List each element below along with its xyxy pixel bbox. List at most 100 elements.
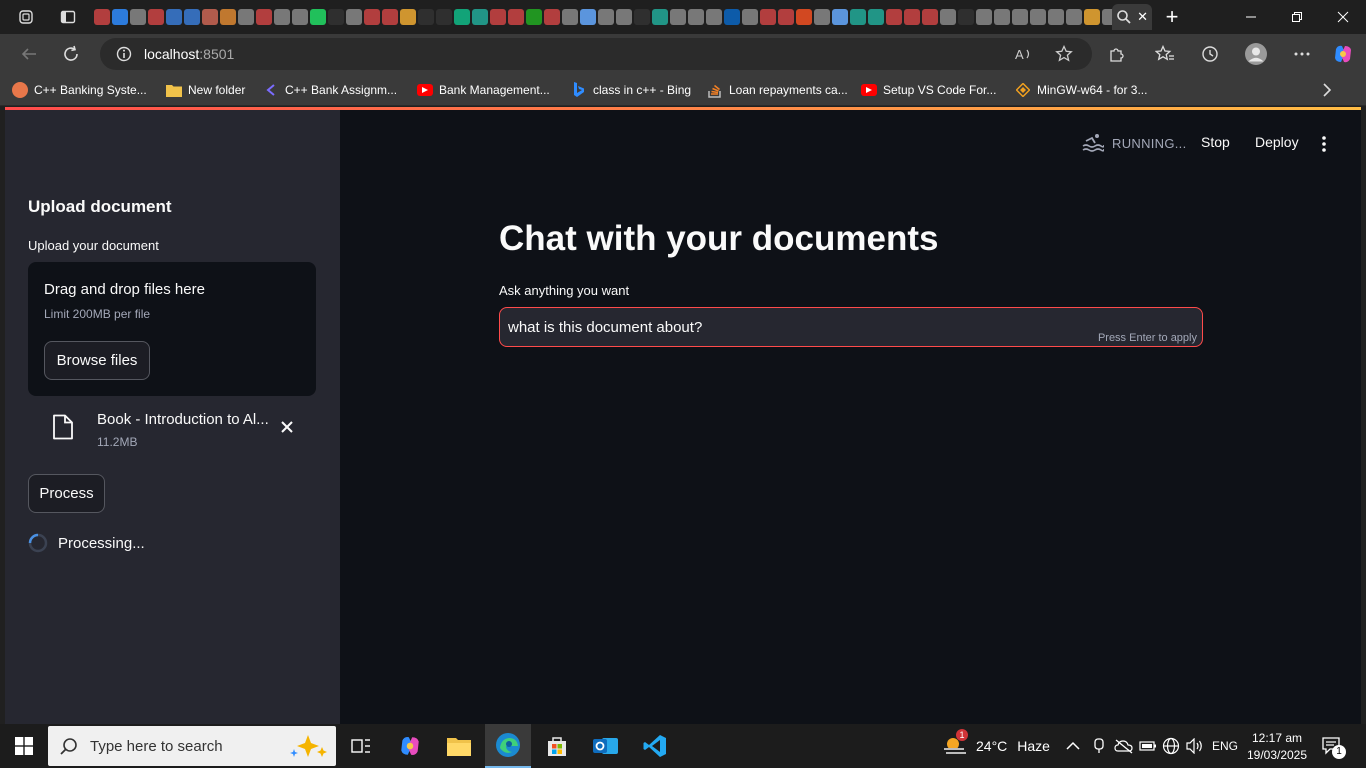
tab-favicon-icon[interactable] (976, 9, 992, 25)
tab-favicon-icon[interactable] (904, 9, 920, 25)
tab-favicon-icon[interactable] (616, 9, 632, 25)
tab-favicon-icon[interactable] (724, 9, 740, 25)
bookmark-new-folder[interactable]: New folder (166, 81, 245, 99)
cloud-sync-off-icon[interactable] (1114, 724, 1134, 768)
tab-favicon-icon[interactable] (454, 9, 470, 25)
close-tab-icon[interactable]: ✕ (1137, 9, 1148, 25)
system-clock[interactable]: 12:17 am 19/03/2025 (1244, 730, 1310, 764)
tab-favicon-icon[interactable] (796, 9, 812, 25)
edge-taskbar-icon[interactable] (485, 724, 531, 768)
deploy-button[interactable]: Deploy (1255, 134, 1299, 150)
tab-favicon-icon[interactable] (922, 9, 938, 25)
extensions-icon[interactable] (1102, 40, 1132, 68)
tab-favicon-icon[interactable] (490, 9, 506, 25)
volume-icon[interactable] (1186, 724, 1204, 768)
tab-favicon-icon[interactable] (1012, 9, 1028, 25)
tab-favicon-icon[interactable] (184, 9, 200, 25)
file-explorer-icon[interactable] (436, 724, 482, 768)
tab-favicon-icon[interactable] (508, 9, 524, 25)
tab-favicon-icon[interactable] (364, 9, 380, 25)
back-button[interactable] (14, 40, 44, 68)
input-language[interactable]: ENG (1212, 724, 1238, 768)
tab-favicon-icon[interactable] (562, 9, 578, 25)
show-hidden-icons-chevron-icon[interactable] (1066, 724, 1080, 768)
tab-favicon-icon[interactable] (418, 9, 434, 25)
process-button[interactable]: Process (28, 474, 105, 513)
main-menu-kebab-icon[interactable] (1321, 136, 1327, 152)
history-icon[interactable] (1195, 40, 1225, 68)
tab-favicon-icon[interactable] (202, 9, 218, 25)
tab-favicon-icon[interactable] (400, 9, 416, 25)
tab-favicon-icon[interactable] (436, 9, 452, 25)
copilot-icon[interactable] (1328, 40, 1358, 68)
vertical-tabs-icon[interactable] (54, 5, 82, 29)
browse-files-button[interactable]: Browse files (44, 341, 150, 380)
tab-favicon-icon[interactable] (1048, 9, 1064, 25)
tab-favicon-icon[interactable] (382, 9, 398, 25)
favorite-star-icon[interactable] (1052, 43, 1076, 65)
file-dropzone[interactable]: Drag and drop files here Limit 200MB per… (28, 262, 316, 396)
site-info-icon[interactable] (116, 46, 132, 62)
refresh-button[interactable] (56, 40, 86, 68)
bookmarks-overflow-chevron-icon[interactable] (1322, 81, 1332, 99)
outlook-icon[interactable] (583, 724, 629, 768)
vscode-icon[interactable] (632, 724, 678, 768)
bookmark-class-bing[interactable]: class in c++ - Bing (571, 81, 691, 99)
tab-favicon-icon[interactable] (940, 9, 956, 25)
tab-favicon-icon[interactable] (994, 9, 1010, 25)
tab-favicon-icon[interactable] (634, 9, 650, 25)
restore-button[interactable] (1274, 0, 1320, 34)
tab-favicon-icon[interactable] (130, 9, 146, 25)
tab-favicon-icon[interactable] (652, 9, 668, 25)
tab-favicon-icon[interactable] (1084, 9, 1100, 25)
tab-favicon-icon[interactable] (148, 9, 164, 25)
tab-favicon-icon[interactable] (544, 9, 560, 25)
tab-favicon-icon[interactable] (886, 9, 902, 25)
bookmark-bank-management[interactable]: Bank Management... (417, 81, 550, 99)
tab-favicon-icon[interactable] (850, 9, 866, 25)
address-bar[interactable]: localhost:8501 A (100, 38, 1092, 70)
read-aloud-icon[interactable]: A (1012, 43, 1036, 65)
tab-favicon-icon[interactable] (472, 9, 488, 25)
tab-favicon-icon[interactable] (760, 9, 776, 25)
tab-favicon-icon[interactable] (526, 9, 542, 25)
tab-favicon-icon[interactable] (1066, 9, 1082, 25)
bookmark-mingw[interactable]: MinGW-w64 - for 3... (1015, 81, 1147, 99)
minimize-button[interactable] (1228, 0, 1274, 34)
new-tab-button[interactable]: + (1160, 6, 1184, 28)
profile-avatar-icon[interactable] (1241, 40, 1271, 68)
bookmark-cpp-banking[interactable]: C++ Banking Syste... (12, 81, 147, 99)
bookmark-loan-repayments[interactable]: Loan repayments ca... (707, 81, 848, 99)
tab-favicon-icon[interactable] (742, 9, 758, 25)
workspaces-icon[interactable] (12, 5, 40, 29)
copilot-taskbar-icon[interactable] (387, 724, 433, 768)
meet-now-icon[interactable] (1092, 724, 1106, 768)
battery-icon[interactable] (1139, 724, 1157, 768)
store-icon[interactable] (534, 724, 580, 768)
more-menu-icon[interactable] (1287, 40, 1317, 68)
task-view-icon[interactable] (338, 724, 384, 768)
tab-favicon-icon[interactable] (220, 9, 236, 25)
tab-favicon-icon[interactable] (958, 9, 974, 25)
close-window-button[interactable] (1320, 0, 1366, 34)
tab-favicon-icon[interactable] (238, 9, 254, 25)
bookmark-cpp-bank-assignment[interactable]: C++ Bank Assignm... (263, 81, 397, 99)
tab-favicon-icon[interactable] (580, 9, 596, 25)
ask-input[interactable]: what is this document about? Press Enter… (499, 307, 1203, 347)
tab-favicon-icon[interactable] (670, 9, 686, 25)
tab-favicon-icon[interactable] (688, 9, 704, 25)
favorites-icon[interactable] (1150, 40, 1180, 68)
tab-favicon-icon[interactable] (868, 9, 884, 25)
tab-favicon-icon[interactable] (112, 9, 128, 25)
remove-file-close-icon[interactable] (280, 420, 294, 434)
tab-favicon-icon[interactable] (310, 9, 326, 25)
tab-favicon-icon[interactable] (256, 9, 272, 25)
tab-favicon-icon[interactable] (706, 9, 722, 25)
weather-widget[interactable]: 1 24°C Haze (942, 724, 1050, 768)
tab-favicon-icon[interactable] (292, 9, 308, 25)
windows-start-icon[interactable] (0, 724, 48, 768)
tab-favicon-icon[interactable] (166, 9, 182, 25)
stop-button[interactable]: Stop (1201, 134, 1230, 150)
tab-favicon-icon[interactable] (814, 9, 830, 25)
tab-favicon-icon[interactable] (274, 9, 290, 25)
